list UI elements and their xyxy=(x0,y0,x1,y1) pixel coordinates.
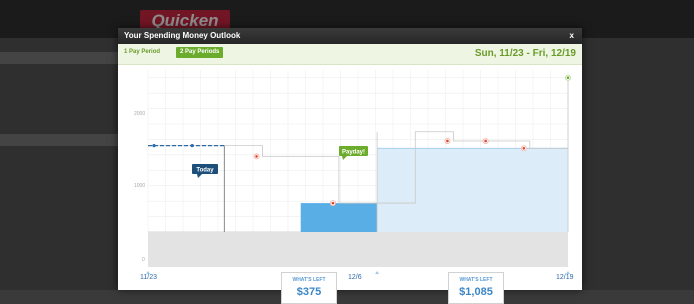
summary-band xyxy=(148,232,568,267)
today-label: Today xyxy=(196,168,214,174)
x-tick-label: 12/19 xyxy=(556,274,574,281)
payday-label: Payday! xyxy=(342,150,365,156)
expense-marker-dot xyxy=(331,201,335,205)
x-tick-caret xyxy=(375,271,380,274)
past-point xyxy=(190,144,194,148)
modal-title: Your Spending Money Outlook xyxy=(124,31,241,40)
date-range: Sun, 11/23 - Fri, 12/19 xyxy=(474,48,576,59)
background-strip xyxy=(0,52,118,64)
period-toolbar: 1 Pay Period 2 Pay Periods Sun, 11/23 - … xyxy=(118,44,582,65)
period-option-2-selected[interactable]: 2 Pay Periods xyxy=(176,47,224,58)
income-marker-dot xyxy=(566,76,570,80)
x-tick-label: 11/23 xyxy=(140,274,157,281)
whats-left-caption: WHAT'S LEFT xyxy=(292,277,326,283)
x-tick-label: 12/6 xyxy=(348,274,362,281)
y-tick-label: 0 xyxy=(142,257,145,263)
spending-chart: Today Payday! 2000 1000 0 WHAT'S LEFT $3… xyxy=(118,64,582,304)
spending-outlook-modal: Your Spending Money Outlook x 1 Pay Peri… xyxy=(118,28,582,304)
chart-svg: Today Payday! xyxy=(146,70,571,274)
whats-left-value: $1,085 xyxy=(459,286,493,298)
area-period2-remaining xyxy=(377,148,568,232)
expense-marker-dot xyxy=(255,155,258,158)
whats-left-card-period1: WHAT'S LEFT $375 xyxy=(281,272,337,304)
modal-header: Your Spending Money Outlook x xyxy=(118,28,582,44)
y-tick-label: 1000 xyxy=(134,183,146,189)
expense-marker-dot xyxy=(484,139,487,143)
expense-marker-dot xyxy=(446,139,449,143)
whats-left-card-period2: WHAT'S LEFT $1,085 xyxy=(448,272,504,304)
expense-marker-dot xyxy=(522,147,526,150)
background-strip xyxy=(0,134,118,146)
whats-left-caption: WHAT'S LEFT xyxy=(459,277,493,283)
period-option-1[interactable]: 1 Pay Period xyxy=(124,49,160,55)
past-point xyxy=(152,144,156,148)
whats-left-value: $375 xyxy=(296,286,322,298)
close-button[interactable]: x xyxy=(570,31,574,40)
y-tick-label: 2000 xyxy=(134,111,146,117)
area-period1-remaining xyxy=(300,203,378,232)
